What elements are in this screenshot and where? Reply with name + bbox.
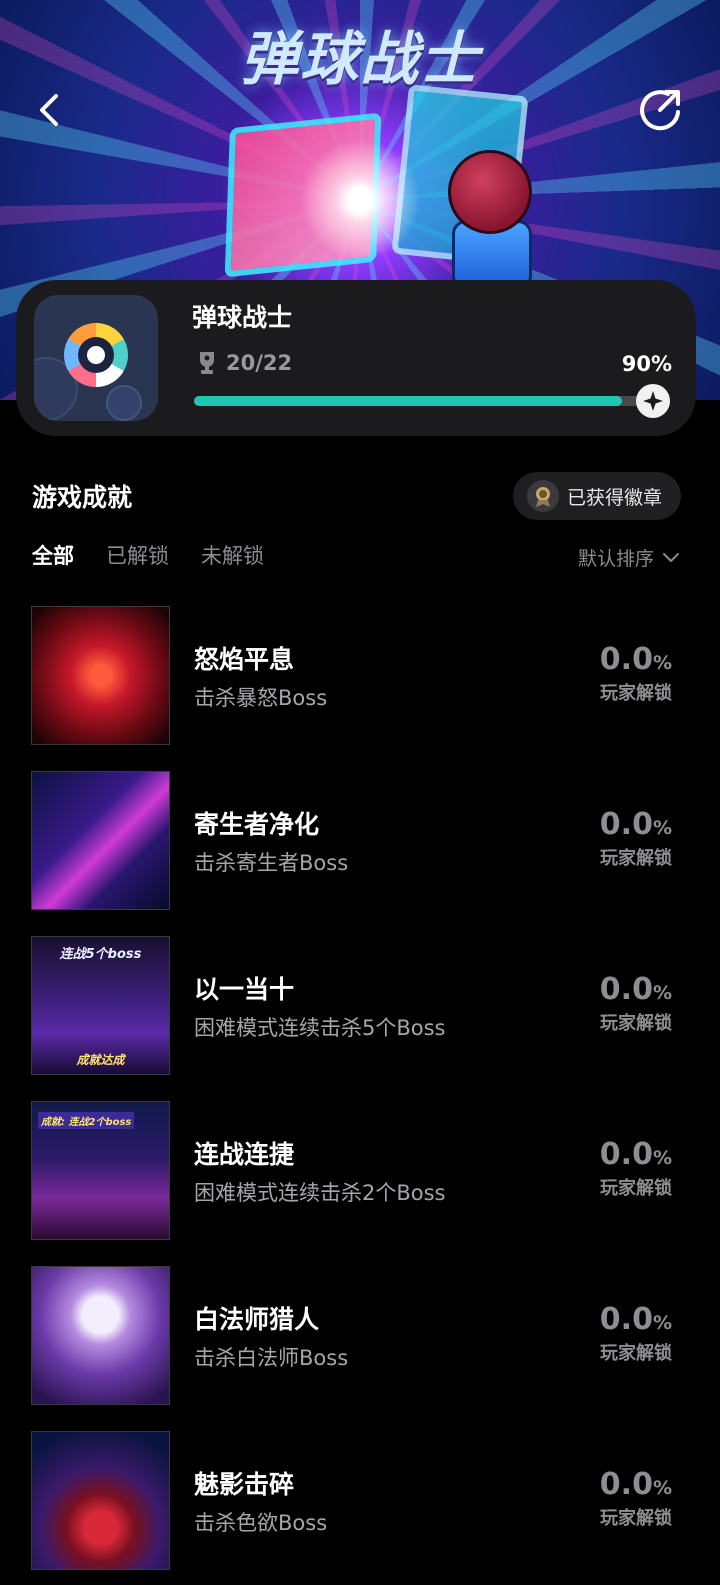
achievement-title: 以一当十 — [194, 975, 295, 1004]
achievement-item[interactable]: 魅影击碎 击杀色欲Boss 0.0% 玩家解锁 — [0, 1431, 720, 1585]
unlock-rate-value: 0.0 — [599, 972, 653, 1007]
sparkle-icon — [643, 391, 663, 411]
unlock-rate-label: 玩家解锁 — [600, 1178, 672, 1199]
section-title: 游戏成就 — [32, 483, 133, 512]
achievement-thumbnail — [31, 1431, 170, 1570]
achievement-item[interactable]: 成就: 连战2个boss 连战连捷 困难模式连续击杀2个Boss 0.0% 玩家… — [0, 1101, 720, 1266]
game-summary-card: 弹球战士 20/22 90% — [16, 280, 696, 436]
completion-percent: 90% — [621, 352, 672, 376]
unlock-rate-value: 0.0 — [599, 1137, 653, 1172]
achievement-thumbnail: 连战5个boss 成就达成 — [31, 936, 170, 1075]
banner-flash — [300, 140, 420, 260]
earned-badges-label: 已获得徽章 — [567, 486, 663, 509]
medal-icon — [527, 480, 559, 512]
unlock-rate: 0.0% 玩家解锁 — [600, 1137, 672, 1200]
unlock-rate-label: 玩家解锁 — [600, 1508, 672, 1529]
share-button[interactable] — [632, 82, 688, 138]
tab-all[interactable]: 全部 — [32, 540, 74, 570]
earned-badges-button[interactable]: 已获得徽章 — [513, 472, 681, 520]
achievement-description: 困难模式连续击杀5个Boss — [194, 1016, 446, 1040]
achievement-thumbnail — [31, 606, 170, 745]
achievement-description: 困难模式连续击杀2个Boss — [194, 1181, 446, 1205]
unlock-rate-label: 玩家解锁 — [600, 1343, 672, 1364]
completion-star-badge — [636, 384, 670, 418]
trophy-summary: 20/22 — [196, 350, 292, 376]
completion-progress-bar — [194, 396, 670, 406]
sort-dropdown[interactable]: 默认排序 — [578, 544, 680, 571]
unlock-rate-percent: % — [652, 652, 672, 674]
chevron-left-icon — [40, 94, 58, 126]
achievement-list: 怒焰平息 击杀暴怒Boss 0.0% 玩家解锁 寄生者净化 击杀寄生者Boss … — [0, 606, 720, 1585]
unlock-rate: 0.0% 玩家解锁 — [600, 807, 672, 870]
back-button[interactable] — [22, 82, 78, 138]
game-icon — [34, 295, 158, 421]
unlock-rate-label: 玩家解锁 — [600, 1013, 672, 1034]
unlock-rate-percent: % — [652, 1312, 672, 1334]
achievement-item[interactable]: 白法师猎人 击杀白法师Boss 0.0% 玩家解锁 — [0, 1266, 720, 1431]
unlock-rate: 0.0% 玩家解锁 — [600, 1302, 672, 1365]
unlock-rate: 0.0% 玩家解锁 — [600, 1467, 672, 1530]
sort-label: 默认排序 — [577, 548, 654, 570]
achievement-title: 寄生者净化 — [194, 810, 320, 839]
trophy-count: 20/22 — [226, 351, 293, 375]
achievement-thumbnail: 成就: 连战2个boss — [31, 1101, 170, 1240]
achievement-title: 魅影击碎 — [194, 1470, 295, 1499]
thumbnail-caption: 成就达成 — [76, 1053, 125, 1067]
achievement-title: 连战连捷 — [194, 1140, 295, 1169]
unlock-rate-value: 0.0 — [599, 807, 653, 842]
banner-character — [430, 150, 550, 290]
chevron-down-icon — [663, 552, 679, 562]
unlock-rate-value: 0.0 — [599, 1467, 653, 1502]
unlock-rate-value: 0.0 — [599, 642, 653, 677]
achievement-thumbnail — [31, 1266, 170, 1405]
tab-unlocked[interactable]: 已解锁 — [106, 540, 169, 570]
unlock-rate-label: 玩家解锁 — [600, 848, 672, 869]
unlock-rate: 0.0% 玩家解锁 — [600, 972, 672, 1035]
achievement-item[interactable]: 怒焰平息 击杀暴怒Boss 0.0% 玩家解锁 — [0, 606, 720, 771]
unlock-rate-percent: % — [652, 982, 672, 1004]
achievement-description: 击杀寄生者Boss — [194, 851, 349, 875]
trophy-icon — [200, 352, 214, 374]
achievement-description: 击杀白法师Boss — [194, 1346, 349, 1370]
achievement-description: 击杀暴怒Boss — [194, 686, 328, 710]
achievement-title: 怒焰平息 — [194, 645, 295, 674]
share-icon — [640, 90, 680, 131]
thumbnail-caption: 成就: 连战2个boss — [38, 1112, 135, 1129]
achievement-thumbnail — [31, 771, 170, 910]
unlock-rate-percent: % — [652, 817, 672, 839]
thumbnail-caption: 连战5个boss — [59, 947, 142, 962]
achievement-item[interactable]: 寄生者净化 击杀寄生者Boss 0.0% 玩家解锁 — [0, 771, 720, 936]
unlock-rate-value: 0.0 — [599, 1302, 653, 1337]
banner-title: 弹球战士 — [239, 25, 480, 93]
unlock-rate: 0.0% 玩家解锁 — [600, 642, 672, 705]
completion-progress-fill — [194, 396, 623, 406]
tab-locked[interactable]: 未解锁 — [201, 540, 264, 570]
achievement-item[interactable]: 连战5个boss 成就达成 以一当十 困难模式连续击杀5个Boss 0.0% 玩… — [0, 936, 720, 1101]
achievement-title: 白法师猎人 — [194, 1305, 320, 1334]
unlock-rate-percent: % — [652, 1147, 672, 1169]
unlock-rate-label: 玩家解锁 — [600, 683, 672, 704]
filter-tabs: 全部 已解锁 未解锁 — [32, 540, 264, 570]
game-name: 弹球战士 — [192, 303, 293, 332]
achievement-description: 击杀色欲Boss — [194, 1511, 328, 1535]
unlock-rate-percent: % — [652, 1477, 672, 1499]
